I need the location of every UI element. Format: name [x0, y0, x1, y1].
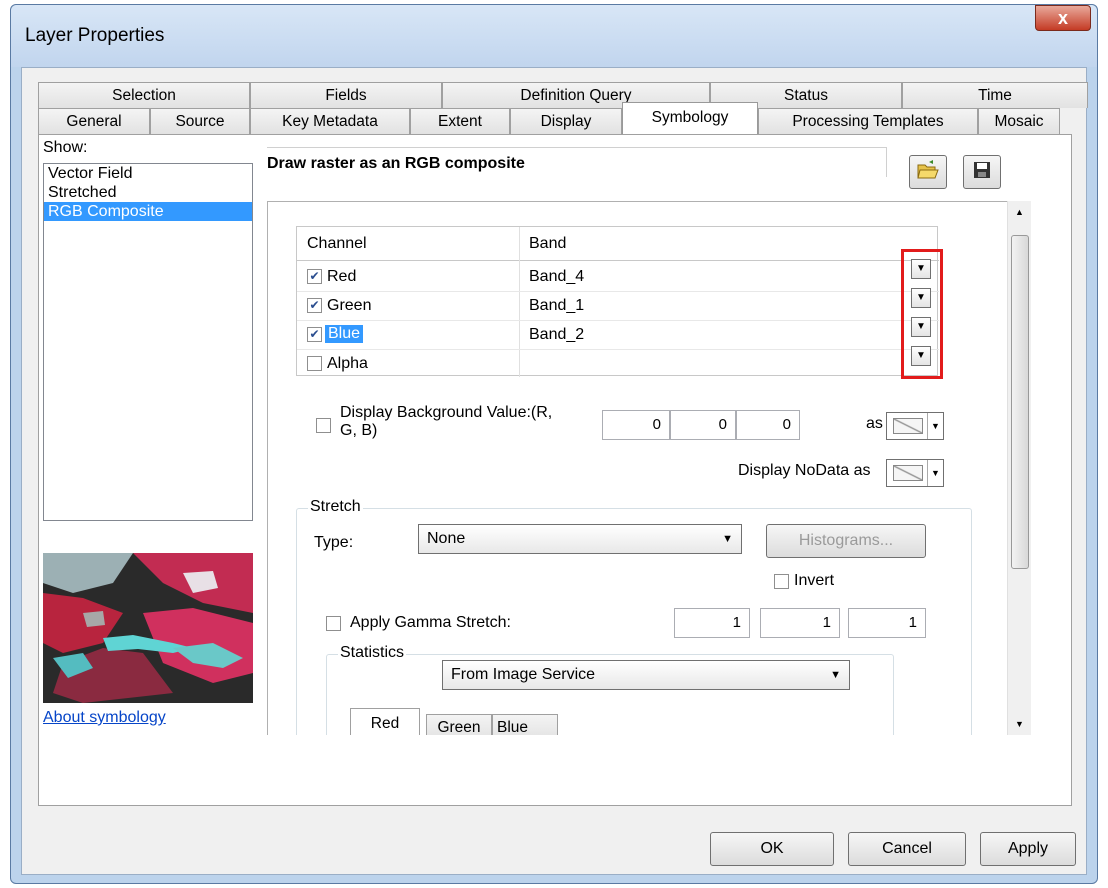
tab-processing-templates[interactable]: Processing Templates	[758, 108, 978, 134]
histograms-button[interactable]: Histograms...	[766, 524, 926, 558]
background-r-field[interactable]: 0	[602, 410, 670, 440]
scrollbar-thumb[interactable]	[1011, 235, 1029, 569]
stat-tab-green[interactable]: Green	[426, 714, 492, 735]
nodata-label: Display NoData as	[738, 462, 871, 479]
chevron-down-icon: ▼	[830, 669, 841, 681]
nodata-color-picker[interactable]: ▼	[886, 459, 944, 487]
title-bar: Layer Properties x	[11, 5, 1097, 67]
stat-tab-blue[interactable]: Blue	[492, 714, 558, 735]
background-color-picker[interactable]: ▼	[886, 412, 944, 440]
green-channel-checkbox[interactable]: ✔	[307, 298, 322, 313]
show-item-rgb-composite[interactable]: RGB Composite	[44, 202, 252, 221]
save-layer-file-button[interactable]	[963, 155, 1001, 189]
red-channel-checkbox[interactable]: ✔	[307, 269, 322, 284]
highlight-box	[901, 249, 943, 379]
show-item-vector-field[interactable]: Vector Field	[44, 164, 252, 183]
blue-band-value[interactable]: Band_2	[529, 326, 584, 344]
grid-row-red[interactable]: ✔ Red Band_4	[297, 263, 939, 292]
chevron-down-icon: ▼	[927, 460, 943, 486]
invert-checkbox[interactable]	[774, 574, 789, 589]
display-background-checkbox[interactable]	[316, 418, 331, 433]
col-channel-header: Channel	[307, 235, 367, 252]
red-band-value[interactable]: Band_4	[529, 268, 584, 286]
show-item-stretched[interactable]: Stretched	[44, 183, 252, 202]
stretch-type-dropdown[interactable]: None ▼	[418, 524, 742, 554]
gamma-r-field[interactable]: 1	[674, 608, 750, 638]
blue-channel-label: Blue	[325, 325, 364, 343]
folder-open-icon	[917, 159, 939, 185]
gamma-stretch-checkbox[interactable]	[326, 616, 341, 631]
stretch-type-label: Type:	[314, 534, 354, 551]
grid-row-blue[interactable]: ✔ Blue Band_2	[297, 321, 939, 350]
statistics-group-label: Statistics	[338, 644, 407, 662]
gamma-stretch-label: Apply Gamma Stretch:	[350, 614, 511, 631]
stretch-group-label: Stretch	[308, 498, 363, 516]
symbology-panel: Show: Vector Field Stretched RGB Composi…	[38, 134, 1072, 806]
vertical-scrollbar[interactable]: ▲ ▼	[1007, 201, 1031, 735]
alpha-channel-label: Alpha	[327, 355, 368, 372]
scroll-up-icon[interactable]: ▲	[1015, 207, 1024, 217]
gamma-b-field[interactable]: 1	[848, 608, 926, 638]
tab-source[interactable]: Source	[150, 108, 250, 134]
scroll-down-icon[interactable]: ▼	[1015, 719, 1024, 729]
display-background-label: Display Background Value:(R, G, B)	[340, 404, 553, 439]
red-channel-label: Red	[327, 268, 357, 285]
tab-extent[interactable]: Extent	[410, 108, 510, 134]
alpha-channel-checkbox[interactable]	[307, 356, 322, 371]
tab-symbology[interactable]: Symbology	[622, 102, 758, 134]
window-title: Layer Properties	[25, 25, 165, 46]
chevron-down-icon: ▼	[927, 413, 943, 439]
chevron-down-icon: ▼	[722, 533, 733, 545]
tab-fields[interactable]: Fields	[250, 82, 442, 108]
gamma-g-field[interactable]: 1	[760, 608, 840, 638]
tab-general[interactable]: General	[38, 108, 150, 134]
show-listbox[interactable]: Vector Field Stretched RGB Composite	[43, 163, 253, 521]
blue-channel-checkbox[interactable]: ✔	[307, 327, 322, 342]
green-channel-label: Green	[327, 297, 372, 314]
channel-band-grid: Channel Band ✔ Red Band_4 ✔ Green Band_1	[296, 226, 939, 379]
background-g-field[interactable]: 0	[670, 410, 736, 440]
tab-row-2: General Source Key Metadata Extent Displ…	[38, 102, 1060, 134]
tab-mosaic[interactable]: Mosaic	[978, 108, 1060, 134]
statistics-dropdown[interactable]: From Image Service ▼	[442, 660, 850, 690]
cancel-button[interactable]: Cancel	[848, 832, 966, 866]
invert-label: Invert	[794, 572, 835, 589]
show-label: Show:	[43, 139, 88, 156]
tab-time[interactable]: Time	[902, 82, 1088, 108]
grid-header: Channel Band	[297, 227, 939, 377]
apply-button[interactable]: Apply	[980, 832, 1076, 866]
layer-properties-window: Layer Properties x Selection Fields Defi…	[10, 4, 1098, 884]
heading-frame	[267, 147, 887, 177]
green-band-value[interactable]: Band_1	[529, 297, 584, 315]
col-band-header: Band	[529, 235, 567, 252]
save-disk-icon	[973, 161, 991, 184]
dialog-client: Selection Fields Definition Query Status…	[21, 67, 1088, 875]
symbology-preview-image	[43, 553, 253, 703]
tab-key-metadata[interactable]: Key Metadata	[250, 108, 410, 134]
stat-tab-red[interactable]: Red	[350, 708, 420, 735]
grid-row-alpha[interactable]: Alpha	[297, 350, 939, 379]
tab-display[interactable]: Display	[510, 108, 622, 134]
open-layer-file-button[interactable]	[909, 155, 947, 189]
tab-row-1: Selection Fields Definition Query Status…	[38, 82, 1088, 108]
ok-button[interactable]: OK	[710, 832, 834, 866]
grid-row-green[interactable]: ✔ Green Band_1	[297, 292, 939, 321]
as-label: as	[866, 415, 883, 432]
background-b-field[interactable]: 0	[736, 410, 800, 440]
close-button[interactable]: x	[1035, 5, 1091, 31]
about-symbology-link[interactable]: About symbology	[43, 709, 166, 727]
tab-selection[interactable]: Selection	[38, 82, 250, 108]
symbology-scroll-area: Channel Band ✔ Red Band_4 ✔ Green Band_1	[267, 201, 1007, 735]
